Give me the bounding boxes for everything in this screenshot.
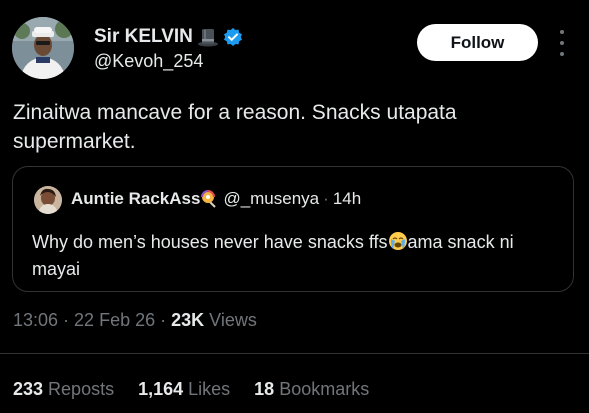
meta-separator: · <box>58 310 75 330</box>
reposts-label: Reposts <box>48 379 115 399</box>
likes-label: Likes <box>188 379 231 399</box>
top-hat-emoji-icon <box>197 27 219 47</box>
loudly-crying-face-emoji-icon <box>388 231 408 251</box>
quoted-tweet-card[interactable]: Auntie RackAss @_musenya · 14h Why do me… <box>12 166 574 292</box>
divider <box>0 353 589 354</box>
views-count: 23K <box>171 310 205 330</box>
quoted-text-part-1: Why do men’s houses never have snacks ff… <box>32 232 388 252</box>
reposts-count: 233 <box>13 379 44 399</box>
author-name[interactable]: Sir KELVIN <box>94 26 193 48</box>
quoted-tweet-header: Auntie RackAss @_musenya · 14h <box>71 189 361 209</box>
quoted-tweet-text: Why do men’s houses never have snacks ff… <box>32 229 552 283</box>
reposts-stat[interactable]: 233 Reposts <box>13 379 114 400</box>
likes-stat[interactable]: 1,164 Likes <box>138 379 230 400</box>
tweet-detail-view: Sir KELVIN @Kevoh_254 Follow Zinaitwa ma… <box>0 0 589 413</box>
author-handle[interactable]: @Kevoh_254 <box>94 51 203 72</box>
verified-badge-icon[interactable] <box>223 27 243 47</box>
author-avatar[interactable] <box>12 17 74 79</box>
bookmarks-label: Bookmarks <box>279 379 370 399</box>
views-label: Views <box>204 310 257 330</box>
quoted-author-avatar[interactable] <box>34 186 62 214</box>
bookmarks-stat[interactable]: 18 Bookmarks <box>254 379 369 400</box>
bookmarks-count: 18 <box>254 379 275 399</box>
tweet-date[interactable]: 22 Feb 26 <box>74 310 155 330</box>
quoted-author-name[interactable]: Auntie RackAss <box>71 189 200 209</box>
quoted-author-handle[interactable]: @_musenya <box>223 189 319 209</box>
quoted-tweet-time[interactable]: 14h <box>333 189 361 209</box>
separator-dot: · <box>323 189 329 208</box>
author-name-row[interactable]: Sir KELVIN <box>94 26 243 48</box>
engagement-stats: 233 Reposts 1,164 Likes 18 Bookmarks <box>13 379 369 400</box>
meta-separator: · <box>155 310 172 330</box>
tweet-time[interactable]: 13:06 <box>13 310 58 330</box>
lollipop-emoji-icon <box>201 190 219 208</box>
tweet-meta: 13:06 · 22 Feb 26 · 23K Views <box>13 310 257 331</box>
tweet-text: Zinaitwa mancave for a reason. Snacks ut… <box>13 101 457 153</box>
follow-button[interactable]: Follow <box>417 24 538 61</box>
likes-count: 1,164 <box>138 379 184 399</box>
more-options-icon[interactable] <box>556 30 568 56</box>
